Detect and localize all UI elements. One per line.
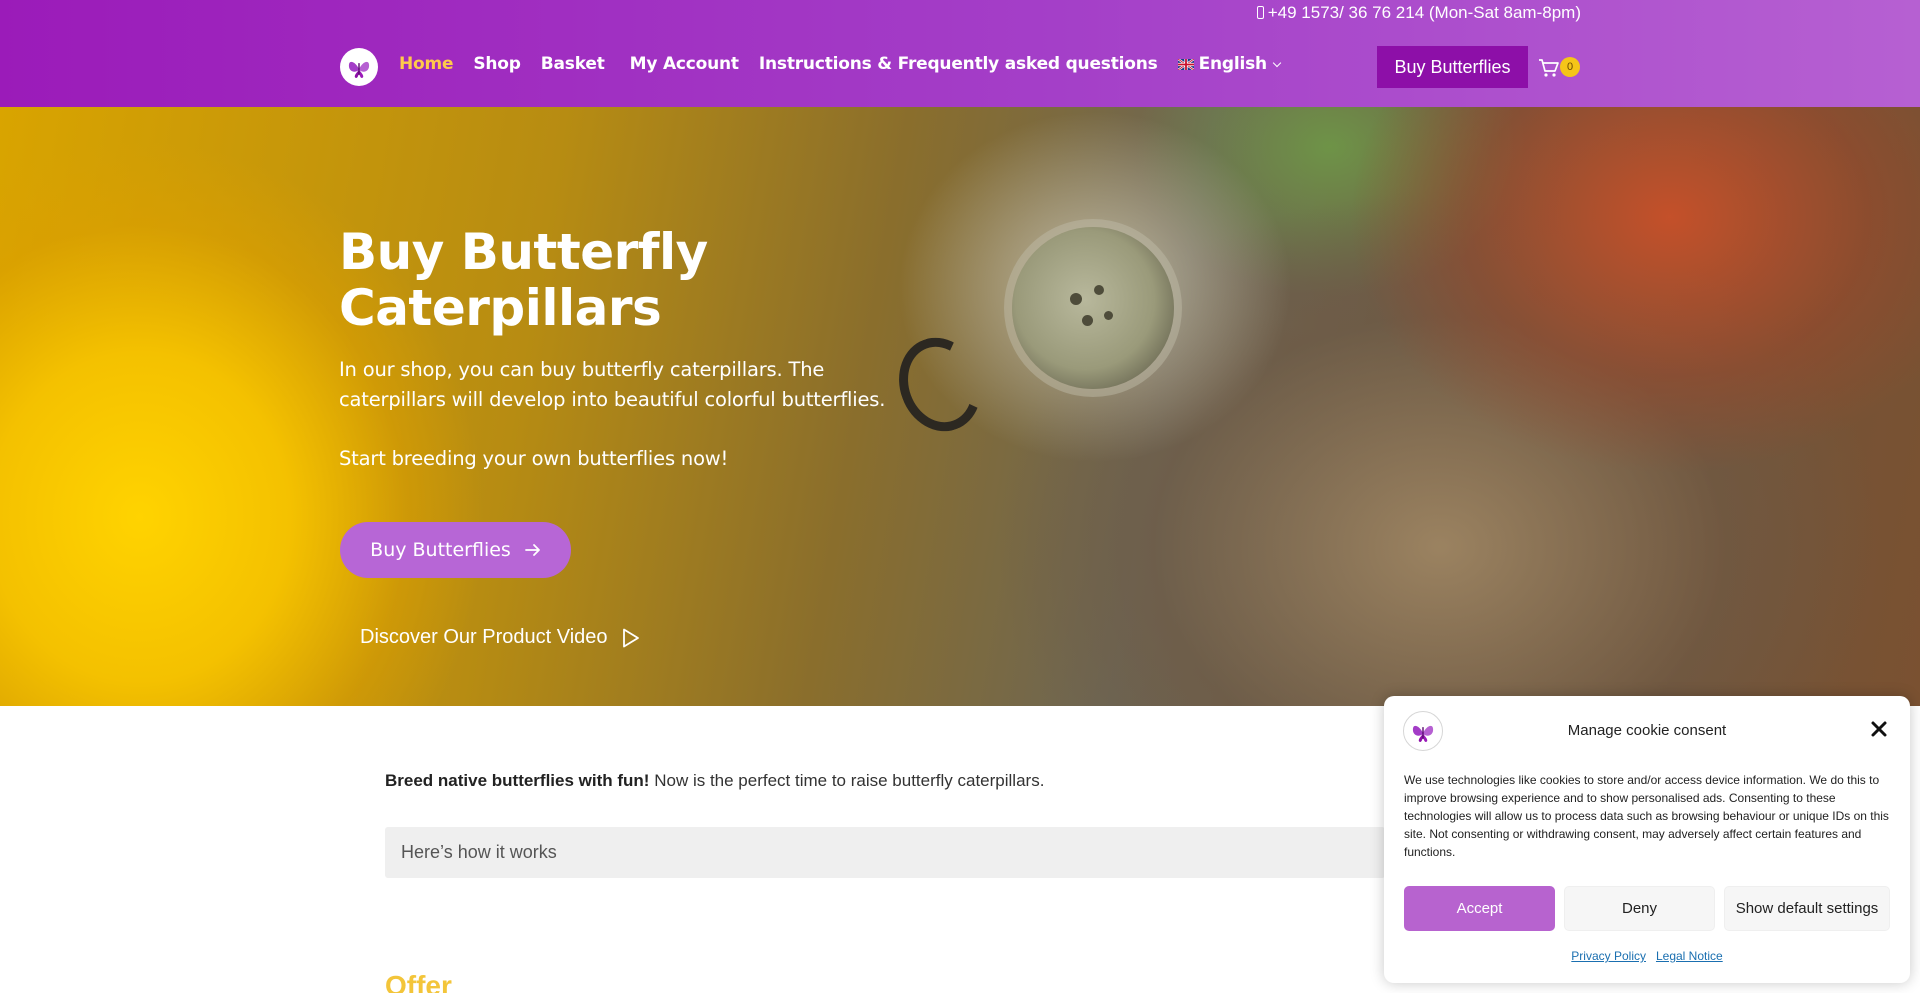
nav-shop[interactable]: Shop: [473, 54, 521, 74]
close-icon: [1871, 721, 1887, 737]
nav-instructions-faq[interactable]: Instructions & Frequently asked question…: [759, 54, 1158, 74]
site-header: +49 1573/ 36 76 214 (Mon-Sat 8am-8pm) Ho…: [0, 0, 1920, 107]
accept-cookies-button[interactable]: Accept: [1404, 886, 1555, 931]
close-cookie-button[interactable]: [1867, 717, 1891, 741]
cookie-consent-modal: Manage cookie consent We use technologie…: [1384, 696, 1910, 983]
butterfly-proboscis: [886, 326, 994, 443]
product-video-link[interactable]: Discover Our Product Video: [360, 626, 640, 649]
chevron-down-icon: [1272, 58, 1282, 67]
language-label: English: [1198, 54, 1268, 74]
offer-heading: Offer: [385, 970, 452, 993]
legal-notice-link[interactable]: Legal Notice: [1656, 949, 1723, 963]
play-icon: [622, 628, 639, 647]
cookie-settings-button[interactable]: Show default settings: [1724, 886, 1890, 931]
phone-text: +49 1573/ 36 76 214 (Mon-Sat 8am-8pm): [1267, 3, 1581, 22]
hero-button-label: Buy Butterflies: [370, 539, 511, 561]
video-link-label: Discover Our Product Video: [360, 626, 608, 648]
main-nav: Home Shop Basket My Account Instructions…: [399, 54, 1282, 74]
how-it-works-accordion[interactable]: Here’s how it works: [385, 827, 1385, 878]
hero-description: In our shop, you can buy butterfly cater…: [339, 358, 886, 411]
hero-title: Buy Butterfly Caterpillars: [339, 223, 708, 337]
intro-text: Breed native butterflies with fun! Now i…: [385, 771, 1044, 791]
hero-section: Buy Butterfly Caterpillars In our shop, …: [0, 107, 1920, 706]
cart-button[interactable]: 0: [1538, 56, 1582, 80]
cart-count-badge: 0: [1560, 57, 1580, 77]
nav-home[interactable]: Home: [399, 54, 454, 74]
deny-cookies-button[interactable]: Deny: [1564, 886, 1715, 931]
privacy-policy-link[interactable]: Privacy Policy: [1571, 949, 1646, 963]
phone-info[interactable]: +49 1573/ 36 76 214 (Mon-Sat 8am-8pm): [1256, 3, 1581, 23]
arrow-right-icon: [524, 544, 540, 556]
header-buy-butterflies-button[interactable]: Buy Butterflies: [1377, 46, 1528, 88]
language-switcher[interactable]: English: [1177, 54, 1282, 74]
butterfly-logo-icon: [348, 61, 370, 78]
uk-flag-icon: [1177, 58, 1194, 70]
hero-buy-butterflies-button[interactable]: Buy Butterflies: [340, 522, 571, 578]
butterfly-eye-image: [1012, 227, 1174, 389]
phone-icon: [1256, 6, 1264, 19]
cookie-description: We use technologies like cookies to stor…: [1404, 773, 1889, 859]
cookie-links: Privacy Policy Legal Notice: [1384, 949, 1910, 963]
hero-subtext: Start breeding your own butterflies now!: [339, 447, 729, 470]
cart-icon: [1539, 59, 1559, 77]
logo[interactable]: [340, 48, 378, 86]
intro-bold: Breed native butterflies with fun!: [385, 771, 650, 790]
cookie-title: Manage cookie consent: [1567, 722, 1727, 739]
nav-my-account[interactable]: My Account: [630, 54, 739, 74]
nav-basket[interactable]: Basket: [541, 54, 605, 74]
intro-rest: Now is the perfect time to raise butterf…: [649, 771, 1045, 790]
